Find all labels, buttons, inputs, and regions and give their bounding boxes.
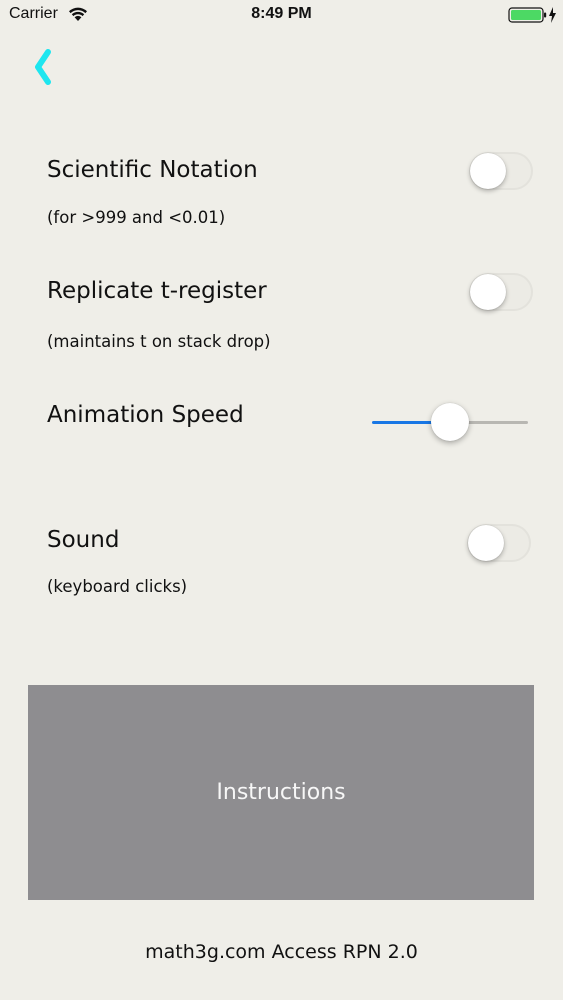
toggle-knob	[470, 274, 506, 310]
toggle-knob	[470, 153, 506, 189]
replicate-t-register-toggle[interactable]	[469, 273, 533, 311]
scientific-notation-toggle[interactable]	[469, 152, 533, 190]
scientific-notation-subtitle: (for >999 and <0.01)	[47, 208, 226, 227]
instructions-button-label: Instructions	[216, 780, 346, 805]
toggle-knob	[468, 525, 504, 561]
sound-toggle[interactable]	[467, 524, 531, 562]
battery-charging-icon	[508, 7, 556, 23]
footer-text: math3g.com Access RPN 2.0	[145, 941, 418, 963]
animation-speed-slider[interactable]	[372, 402, 528, 442]
animation-speed-label: Animation Speed	[47, 402, 244, 428]
slider-thumb[interactable]	[431, 403, 469, 441]
replicate-t-register-subtitle: (maintains t on stack drop)	[47, 332, 271, 351]
sound-label: Sound	[47, 527, 120, 553]
replicate-t-register-label: Replicate t-register	[47, 278, 267, 304]
scientific-notation-label: Scientific Notation	[47, 157, 258, 183]
instructions-button[interactable]: Instructions	[28, 685, 534, 900]
status-bar: Carrier 8:49 PM	[0, 0, 563, 30]
status-time: 8:49 PM	[251, 5, 312, 22]
sound-subtitle: (keyboard clicks)	[47, 577, 188, 596]
back-button[interactable]	[30, 45, 66, 91]
chevron-left-icon	[35, 49, 51, 85]
